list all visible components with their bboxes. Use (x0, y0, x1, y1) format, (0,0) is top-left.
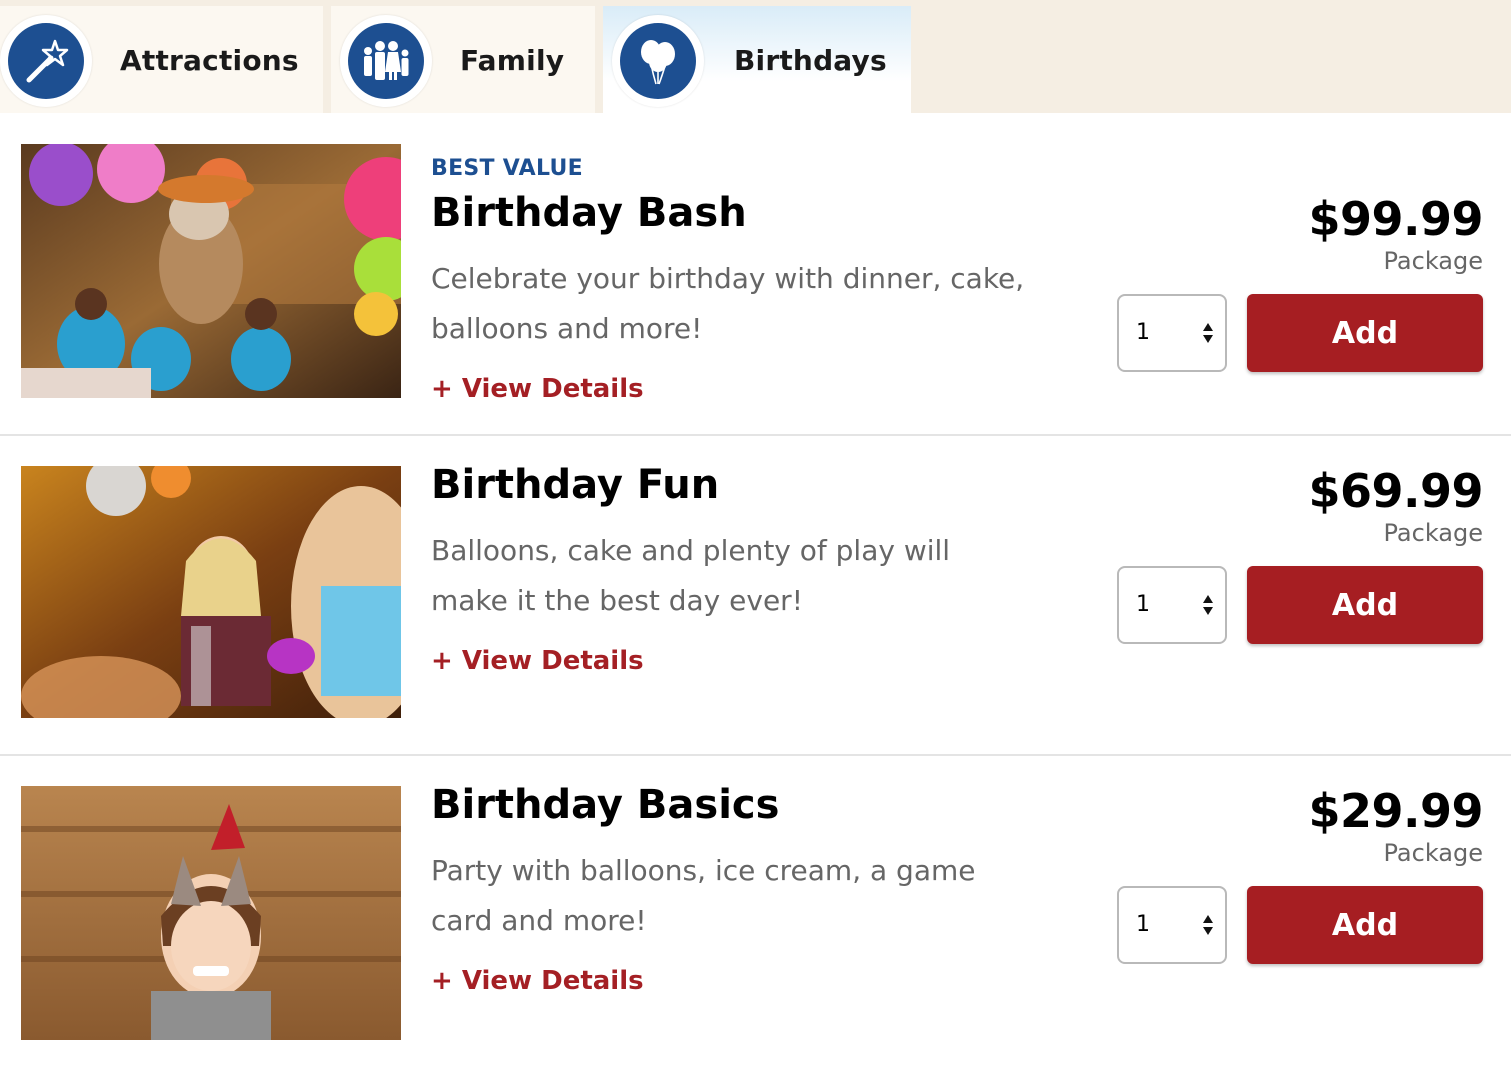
product-row: Birthday Fun Balloons, cake and plenty o… (0, 436, 1511, 754)
quantity-value: 1 (1136, 912, 1150, 937)
quantity-select[interactable]: 1 (1117, 294, 1227, 372)
product-description: Celebrate your birthday with dinner, cak… (431, 262, 1025, 345)
price-unit-label: Package (1383, 839, 1483, 867)
quantity-select[interactable]: 1 (1117, 886, 1227, 964)
quantity-value: 1 (1136, 320, 1150, 345)
view-details-link[interactable]: + View Details (431, 374, 644, 404)
product-title: Birthday Fun (431, 462, 720, 508)
product-title: Birthday Bash (431, 190, 747, 236)
price-unit-label: Package (1383, 519, 1483, 547)
quantity-value: 1 (1136, 592, 1150, 617)
product-title: Birthday Basics (431, 782, 780, 828)
product-row: BEST VALUE Birthday Bash Celebrate your … (0, 0, 1511, 434)
product-image-birthday-basics (21, 786, 401, 1040)
select-arrows-icon (1203, 323, 1213, 343)
product-price: $99.99 (1308, 192, 1483, 246)
view-details-link[interactable]: + View Details (431, 646, 644, 676)
product-image-birthday-bash (21, 144, 401, 398)
select-arrows-icon (1203, 595, 1213, 615)
add-button[interactable]: Add (1247, 566, 1483, 644)
quantity-select[interactable]: 1 (1117, 566, 1227, 644)
product-image-birthday-fun (21, 466, 401, 718)
product-row: Birthday Basics Party with balloons, ice… (0, 756, 1511, 1076)
product-description: Balloons, cake and plenty of play will m… (431, 534, 951, 617)
price-unit-label: Package (1383, 247, 1483, 275)
best-value-badge: BEST VALUE (431, 156, 583, 181)
add-button[interactable]: Add (1247, 294, 1483, 372)
product-price: $29.99 (1308, 784, 1483, 838)
view-details-link[interactable]: + View Details (431, 966, 644, 996)
add-button[interactable]: Add (1247, 886, 1483, 964)
product-price: $69.99 (1308, 464, 1483, 518)
select-arrows-icon (1203, 915, 1213, 935)
product-description: Party with balloons, ice cream, a game c… (431, 854, 976, 937)
